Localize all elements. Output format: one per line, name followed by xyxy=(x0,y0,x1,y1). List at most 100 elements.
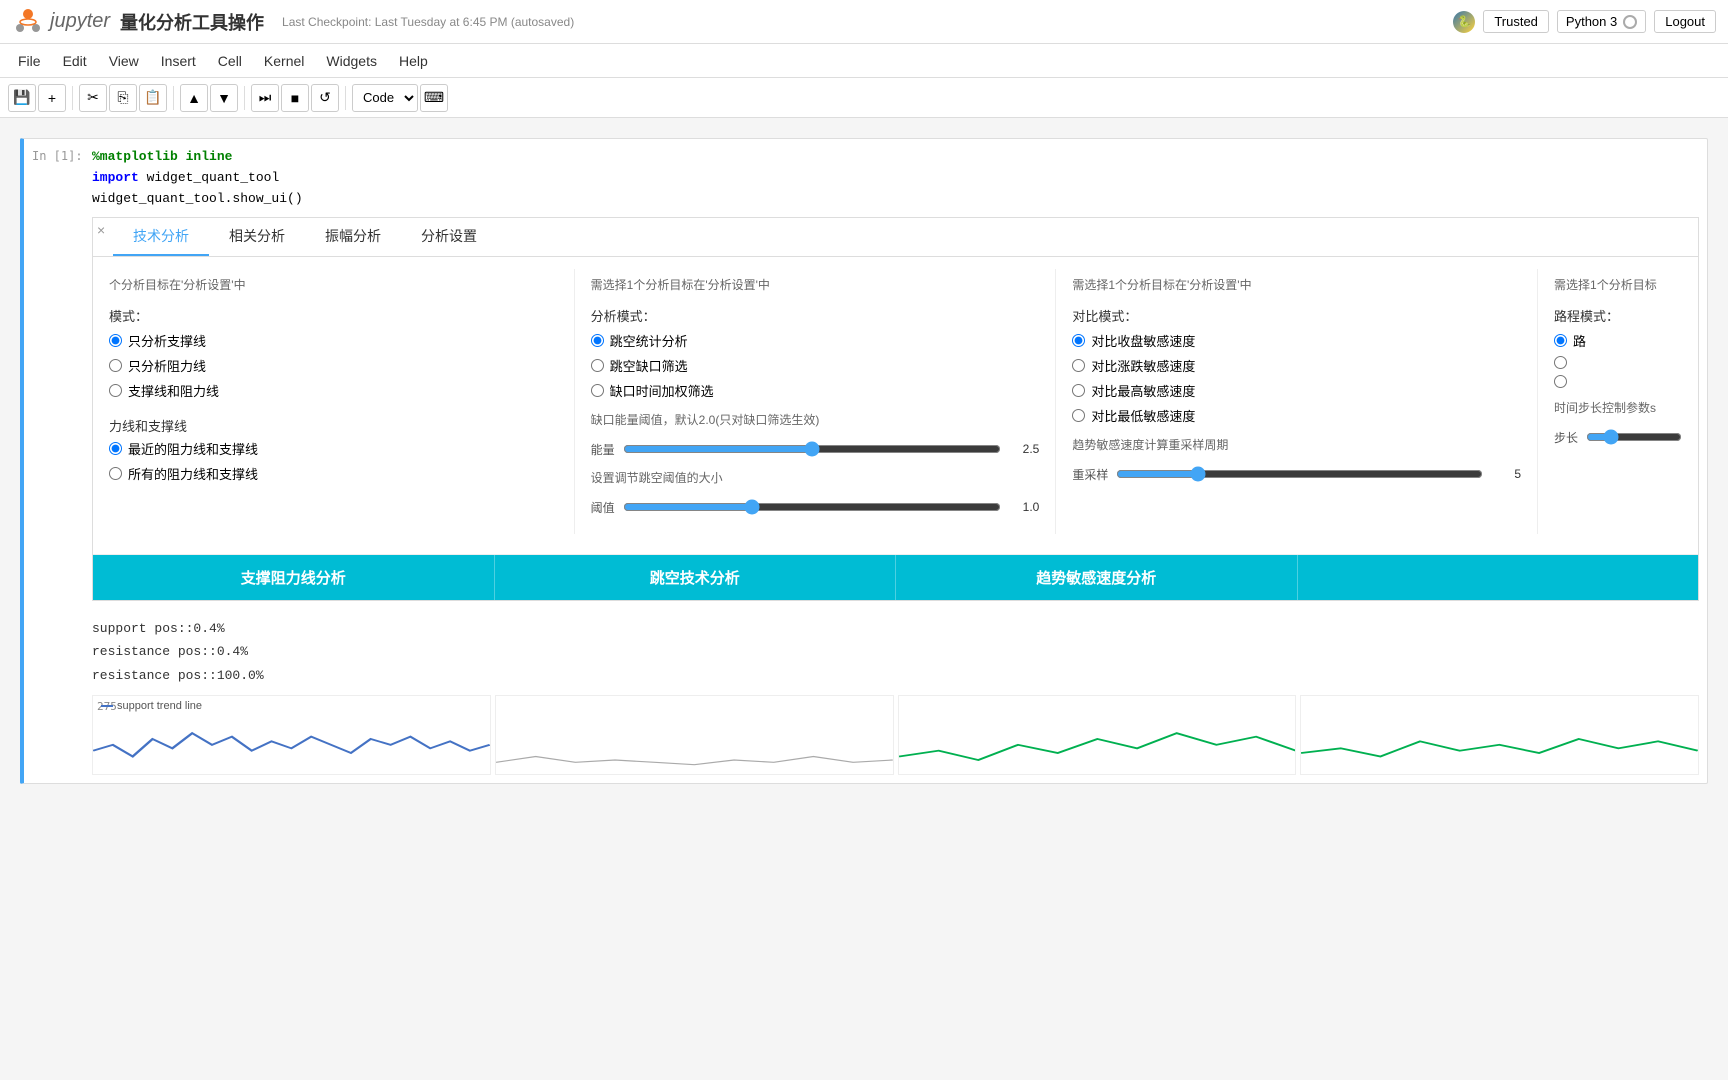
route-group: 路程模式： 路 xyxy=(1554,306,1682,388)
notebook-title[interactable]: 量化分析工具操作 xyxy=(120,9,264,35)
run-all-button[interactable]: ⏭ xyxy=(251,84,279,112)
close-button[interactable]: × xyxy=(97,222,105,238)
cell-type-select[interactable]: Code xyxy=(352,84,418,112)
section-trend-sensitivity: 需选择1个分析目标在'分析设置'中 对比模式： 对比收盘敏感速度 对比涨跌敏感速… xyxy=(1056,269,1538,533)
menu-file[interactable]: File xyxy=(8,49,51,73)
toolbar-sep-1 xyxy=(72,86,73,110)
contrast-option-3[interactable]: 对比最高敏感速度 xyxy=(1072,381,1521,400)
analysis-mode-option-1[interactable]: 跳空统计分析 xyxy=(591,331,1040,350)
resample-slider-container xyxy=(1116,466,1483,482)
step-slider[interactable] xyxy=(1586,429,1682,445)
line-option-2[interactable]: 所有的阻力线和支撑线 xyxy=(109,464,558,483)
mode-radio-1[interactable] xyxy=(109,334,122,347)
energy-slider[interactable] xyxy=(623,441,1002,457)
route-option-3[interactable] xyxy=(1554,375,1682,388)
mode-radio-3[interactable] xyxy=(109,384,122,397)
topbar-right: 🐍 Trusted Python 3 Logout xyxy=(1453,10,1716,33)
toolbar-sep-2 xyxy=(173,86,174,110)
restart-button[interactable]: ↺ xyxy=(311,84,339,112)
analysis-mode-radio-3[interactable] xyxy=(591,384,604,397)
tab-settings[interactable]: 分析设置 xyxy=(401,218,497,256)
menu-widgets[interactable]: Widgets xyxy=(316,49,387,73)
line-label-2: 所有的阻力线和支撑线 xyxy=(128,464,258,483)
threshold-group: 设置调节跳空阈值的大小 阈值 1.0 xyxy=(591,470,1040,516)
tab-technical[interactable]: 技术分析 xyxy=(113,218,209,256)
analysis-mode-radio-1[interactable] xyxy=(591,334,604,347)
support-resistance-btn[interactable]: 支撑阻力线分析 xyxy=(93,555,495,600)
contrast-radio-4[interactable] xyxy=(1072,409,1085,422)
analysis-mode-radio-group: 跳空统计分析 跳空缺口筛选 缺口时间加权筛选 xyxy=(591,331,1040,400)
analysis-mode-label-2: 跳空缺口筛选 xyxy=(610,356,688,375)
route-radio-2[interactable] xyxy=(1554,356,1567,369)
paste-button[interactable]: 📋 xyxy=(139,84,167,112)
analysis-mode-option-2[interactable]: 跳空缺口筛选 xyxy=(591,356,1040,375)
step-label: 步长 xyxy=(1554,429,1578,446)
resample-value: 5 xyxy=(1491,467,1521,481)
copy-button[interactable]: ⎘ xyxy=(109,84,137,112)
main-content: In [1]: %matplotlib inline import widget… xyxy=(0,118,1728,1080)
magic-command: %matplotlib inline xyxy=(92,149,232,164)
keyboard-button[interactable]: ⌨ xyxy=(420,84,448,112)
contrast-option-2[interactable]: 对比涨跌敏感速度 xyxy=(1072,356,1521,375)
contrast-option-1[interactable]: 对比收盘敏感速度 xyxy=(1072,331,1521,350)
logout-button[interactable]: Logout xyxy=(1654,10,1716,33)
menu-help[interactable]: Help xyxy=(389,49,438,73)
tab-amplitude[interactable]: 振幅分析 xyxy=(305,218,401,256)
mode-radio-2[interactable] xyxy=(109,359,122,372)
code-line-1: %matplotlib inline xyxy=(92,147,1699,168)
contrast-label-2: 对比涨跌敏感速度 xyxy=(1091,356,1195,375)
output-line-3: resistance pos::100.0% xyxy=(92,664,1699,687)
threshold-slider[interactable] xyxy=(623,499,1002,515)
chart-box-4 xyxy=(1300,695,1699,775)
route-radio-1[interactable] xyxy=(1554,334,1567,347)
menu-insert[interactable]: Insert xyxy=(151,49,206,73)
section2-desc: 需选择1个分析目标在'分析设置'中 xyxy=(591,277,1040,294)
menu-view[interactable]: View xyxy=(99,49,149,73)
menu-cell[interactable]: Cell xyxy=(208,49,252,73)
trend-sensitivity-btn[interactable]: 趋势敏感速度分析 xyxy=(896,555,1298,600)
mode-option-1[interactable]: 只分析支撑线 xyxy=(109,331,558,350)
save-button[interactable]: 💾 xyxy=(8,84,36,112)
line-option-1[interactable]: 最近的阻力线和支撑线 xyxy=(109,439,558,458)
threshold-slider-row: 阈值 1.0 xyxy=(591,499,1040,516)
add-cell-button[interactable]: + xyxy=(38,84,66,112)
analysis-mode-label: 分析模式： xyxy=(591,306,656,325)
topbar: jupyter 量化分析工具操作 Last Checkpoint: Last T… xyxy=(0,0,1728,44)
contrast-label-1: 对比收盘敏感速度 xyxy=(1091,331,1195,350)
route-radio-3[interactable] xyxy=(1554,375,1567,388)
resample-slider[interactable] xyxy=(1116,466,1483,482)
analysis-mode-option-3[interactable]: 缺口时间加权筛选 xyxy=(591,381,1040,400)
contrast-label: 对比模式： xyxy=(1072,306,1137,325)
route-option-2[interactable] xyxy=(1554,356,1682,369)
stop-button[interactable]: ■ xyxy=(281,84,309,112)
adjust-desc: 设置调节跳空阈值的大小 xyxy=(591,470,1040,487)
jupyter-logo-icon xyxy=(12,6,44,38)
menu-kernel[interactable]: Kernel xyxy=(254,49,314,73)
contrast-radio-2[interactable] xyxy=(1072,359,1085,372)
trusted-button[interactable]: Trusted xyxy=(1483,10,1549,33)
menu-edit[interactable]: Edit xyxy=(53,49,97,73)
mode-label-2: 只分析阻力线 xyxy=(128,356,206,375)
move-up-button[interactable]: ▲ xyxy=(180,84,208,112)
section1-desc: 个分析目标在'分析设置'中 xyxy=(109,277,558,294)
contrast-radio-3[interactable] xyxy=(1072,384,1085,397)
chart-svg-4 xyxy=(1301,704,1698,774)
tab-correlation[interactable]: 相关分析 xyxy=(209,218,305,256)
route-option-1[interactable]: 路 xyxy=(1554,331,1682,350)
analysis-mode-radio-2[interactable] xyxy=(591,359,604,372)
actions-bar: 支撑阻力线分析 跳空技术分析 趋势敏感速度分析 xyxy=(93,554,1698,600)
line-radio-1[interactable] xyxy=(109,442,122,455)
cell-code[interactable]: %matplotlib inline import widget_quant_t… xyxy=(92,147,1699,209)
fourth-btn[interactable] xyxy=(1298,555,1699,600)
line-radio-2[interactable] xyxy=(109,467,122,480)
mode-option-2[interactable]: 只分析阻力线 xyxy=(109,356,558,375)
menubar: File Edit View Insert Cell Kernel Widget… xyxy=(0,44,1728,78)
gap-analysis-btn[interactable]: 跳空技术分析 xyxy=(495,555,897,600)
toolbar: 💾 + ✂ ⎘ 📋 ▲ ▼ ⏭ ■ ↺ Code ⌨ xyxy=(0,78,1728,118)
move-down-button[interactable]: ▼ xyxy=(210,84,238,112)
cut-button[interactable]: ✂ xyxy=(79,84,107,112)
contrast-label-4: 对比最低敏感速度 xyxy=(1091,406,1195,425)
contrast-radio-1[interactable] xyxy=(1072,334,1085,347)
mode-option-3[interactable]: 支撑线和阻力线 xyxy=(109,381,558,400)
contrast-option-4[interactable]: 对比最低敏感速度 xyxy=(1072,406,1521,425)
